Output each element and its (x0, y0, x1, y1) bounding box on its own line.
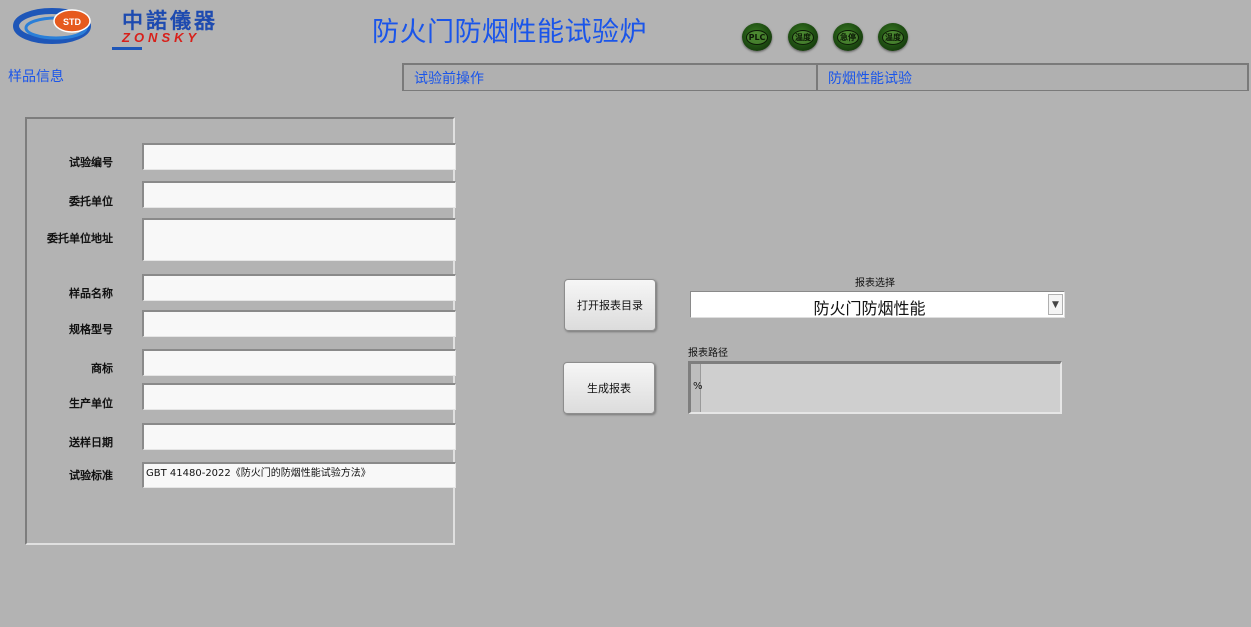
trademark-input[interactable] (142, 349, 456, 376)
client-label: 委托单位 (69, 195, 113, 208)
report-select-dropdown[interactable]: 防火门防烟性能 ▼ (690, 291, 1065, 318)
manufacturer-input[interactable] (142, 383, 456, 410)
plc-status-indicator: PLC (742, 23, 772, 51)
delivery-date-label: 送样日期 (69, 436, 113, 449)
report-path-field[interactable]: % (688, 361, 1062, 414)
temperature-status-indicator: 温度 (788, 23, 818, 51)
indicator-label: 温度 (792, 29, 814, 45)
tab-bar: 样品信息 试验前操作 防烟性能试验 (0, 63, 1251, 93)
report-path-value: % (693, 381, 703, 392)
report-select-label: 报表选择 (855, 278, 895, 289)
client-input[interactable] (142, 181, 456, 208)
generate-report-button[interactable]: 生成报表 (563, 362, 655, 414)
app-title: 防火门防烟性能试验炉 (372, 17, 647, 48)
sample-name-label: 样品名称 (69, 287, 113, 300)
sample-info-panel: 试验编号 委托单位 委托单位地址 样品名称 规格型号 商标 生产单位 送样日期 … (25, 117, 456, 545)
test-number-label: 试验编号 (69, 156, 113, 169)
sample-name-input[interactable] (142, 274, 456, 301)
test-standard-input[interactable]: GBT 41480-2022《防火门的防烟性能试验方法》 (142, 462, 456, 488)
model-spec-input[interactable] (142, 310, 456, 337)
tab-pre-test-operation[interactable]: 试验前操作 (402, 63, 816, 91)
delivery-date-input[interactable] (142, 423, 456, 450)
client-address-input[interactable] (142, 218, 456, 261)
tab-smoke-resistance-test[interactable]: 防烟性能试验 (816, 63, 1249, 91)
test-standard-label: 试验标准 (69, 469, 113, 482)
indicator-label: PLC (745, 29, 769, 45)
open-report-directory-button[interactable]: 打开报表目录 (564, 279, 656, 331)
test-number-input[interactable] (142, 143, 456, 170)
header: STD 中諾儀器 ZONSKY 防火门防烟性能试验炉 PLC 温度 急停 温度 (0, 0, 1251, 63)
indicator-label: 急停 (837, 29, 859, 45)
zonsky-logo: STD 中諾儀器 ZONSKY (13, 8, 215, 50)
emergency-stop-indicator: 急停 (833, 23, 863, 51)
report-select-value: 防火门防烟性能 (813, 299, 926, 318)
trademark-label: 商标 (91, 362, 113, 375)
logo-badge-text: STD (63, 17, 82, 27)
manufacturer-label: 生产单位 (69, 397, 113, 410)
temperature-status-indicator-2: 温度 (878, 23, 908, 51)
model-spec-label: 规格型号 (69, 323, 113, 336)
indicator-label: 温度 (882, 29, 904, 45)
chevron-down-icon[interactable]: ▼ (1048, 294, 1063, 315)
app-window: STD 中諾儀器 ZONSKY 防火门防烟性能试验炉 PLC 温度 急停 温度 … (0, 0, 1251, 627)
client-address-label: 委托单位地址 (47, 232, 113, 245)
tab-sample-info[interactable]: 样品信息 (0, 63, 402, 91)
report-path-label: 报表路径 (688, 348, 728, 359)
logo-company-en: ZONSKY (121, 30, 200, 45)
